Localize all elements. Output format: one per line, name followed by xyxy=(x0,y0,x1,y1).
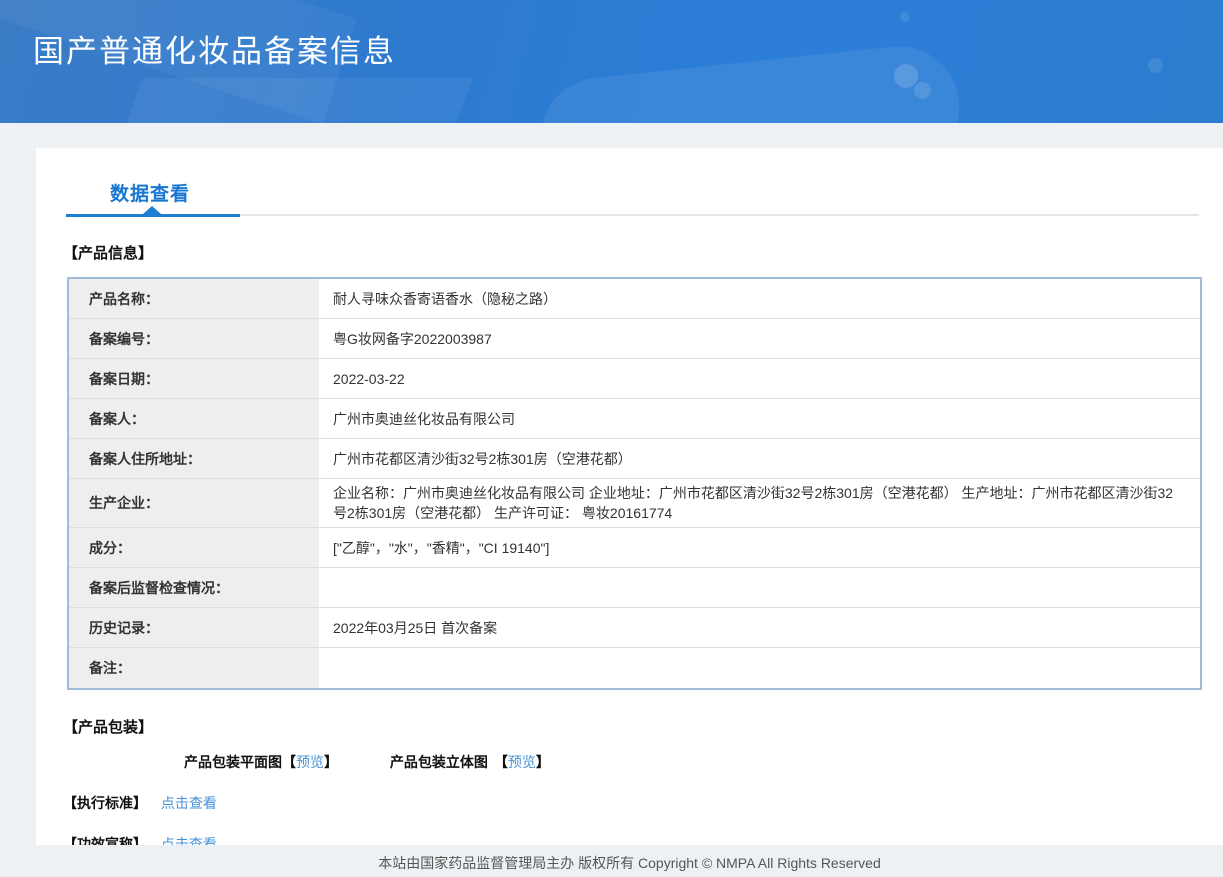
table-row-registrant: 备案人： 广州市奥迪丝化妆品有限公司 xyxy=(69,399,1200,439)
table-row-manufacturer: 生产企业： 企业名称：广州市奥迪丝化妆品有限公司 企业地址：广州市花都区清沙街3… xyxy=(69,479,1200,528)
packaging-3d-preview-link[interactable]: 预览 xyxy=(508,754,536,770)
table-row-history: 历史记录： 2022年03月25日 首次备案 xyxy=(69,608,1200,648)
packaging-section-title: 【产品包装】 xyxy=(63,716,1223,737)
tab-strip: 数据查看 xyxy=(66,148,1203,216)
row-value: 耐人寻味众香寄语香水（隐秘之路） xyxy=(319,279,1200,318)
page-footer: 本站由国家药品监督管理局主办 版权所有 Copyright © NMPA All… xyxy=(0,845,1223,877)
header-decor-circle xyxy=(894,64,918,88)
row-label: 备案后监督检查情况： xyxy=(69,568,319,607)
header-decor-polygon xyxy=(117,78,472,123)
executive-standard-view-link[interactable]: 点击查看 xyxy=(161,795,217,811)
row-label: 备案编号： xyxy=(69,319,319,358)
row-label: 产品名称： xyxy=(69,279,319,318)
row-value: ["乙醇"，"水"，"香精"，"CI 19140"] xyxy=(319,528,1200,567)
row-value: 广州市花都区清沙街32号2栋301房（空港花都） xyxy=(319,439,1200,478)
packaging-flat-item: 产品包装平面图【预览】 xyxy=(184,754,338,770)
row-value: 企业名称：广州市奥迪丝化妆品有限公司 企业地址：广州市花都区清沙街32号2栋30… xyxy=(319,479,1200,527)
table-row-supervision-check: 备案后监督检查情况： xyxy=(69,568,1200,608)
table-row-registration-date: 备案日期： 2022-03-22 xyxy=(69,359,1200,399)
header-decor-ellipse xyxy=(535,40,965,123)
executive-standard-label: 【执行标准】 xyxy=(63,795,147,811)
row-value: 粤G妆网备字2022003987 xyxy=(319,319,1200,358)
tab-data-view[interactable]: 数据查看 xyxy=(110,179,190,206)
row-value: 2022-03-22 xyxy=(319,359,1200,398)
table-row-ingredients: 成分： ["乙醇"，"水"，"香精"，"CI 19140"] xyxy=(69,528,1200,568)
row-label: 备注： xyxy=(69,648,319,688)
header-decor-circle xyxy=(1148,58,1163,73)
row-label: 历史记录： xyxy=(69,608,319,647)
product-info-section-title: 【产品信息】 xyxy=(63,242,1223,263)
page-header-banner: 国产普通化妆品备案信息 xyxy=(0,0,1223,123)
tab-active-underline xyxy=(66,214,240,217)
packaging-3d-item: 产品包装立体图【预览】 xyxy=(390,754,550,770)
table-row-remarks: 备注： xyxy=(69,648,1200,688)
bracket-open: 【 xyxy=(282,754,296,770)
packaging-flat-preview-link[interactable]: 预览 xyxy=(296,754,324,770)
row-value: 广州市奥迪丝化妆品有限公司 xyxy=(319,399,1200,438)
packaging-3d-label: 产品包装立体图 xyxy=(390,754,488,770)
header-decor-circle xyxy=(900,12,910,22)
header-decor-circle xyxy=(914,82,931,99)
row-label: 备案日期： xyxy=(69,359,319,398)
row-label: 备案人： xyxy=(69,399,319,438)
page-title: 国产普通化妆品备案信息 xyxy=(33,26,396,71)
product-info-table: 产品名称： 耐人寻味众香寄语香水（隐秘之路） 备案编号： 粤G妆网备字20220… xyxy=(67,277,1202,690)
packaging-flat-label: 产品包装平面图 xyxy=(184,754,282,770)
tab-active-indicator-triangle xyxy=(143,206,161,214)
row-label: 备案人住所地址： xyxy=(69,439,319,478)
table-row-registration-number: 备案编号： 粤G妆网备字2022003987 xyxy=(69,319,1200,359)
row-value xyxy=(319,648,1200,688)
table-row-product-name: 产品名称： 耐人寻味众香寄语香水（隐秘之路） xyxy=(69,279,1200,319)
executive-standard-line: 【执行标准】 点击查看 xyxy=(63,793,1223,813)
row-value: 2022年03月25日 首次备案 xyxy=(319,608,1200,647)
bracket-close: 】 xyxy=(536,754,550,770)
row-label: 成分： xyxy=(69,528,319,567)
row-value xyxy=(319,568,1200,607)
bracket-close: 】 xyxy=(324,754,338,770)
bracket-open: 【 xyxy=(494,754,508,770)
content-card: 数据查看 【产品信息】 产品名称： 耐人寻味众香寄语香水（隐秘之路） 备案编号：… xyxy=(36,148,1223,845)
table-row-registrant-address: 备案人住所地址： 广州市花都区清沙街32号2栋301房（空港花都） xyxy=(69,439,1200,479)
row-label: 生产企业： xyxy=(69,479,319,527)
packaging-preview-line: 产品包装平面图【预览】 产品包装立体图【预览】 xyxy=(184,752,1223,772)
footer-copyright-text: 本站由国家药品监督管理局主办 版权所有 Copyright © NMPA All… xyxy=(378,853,880,873)
